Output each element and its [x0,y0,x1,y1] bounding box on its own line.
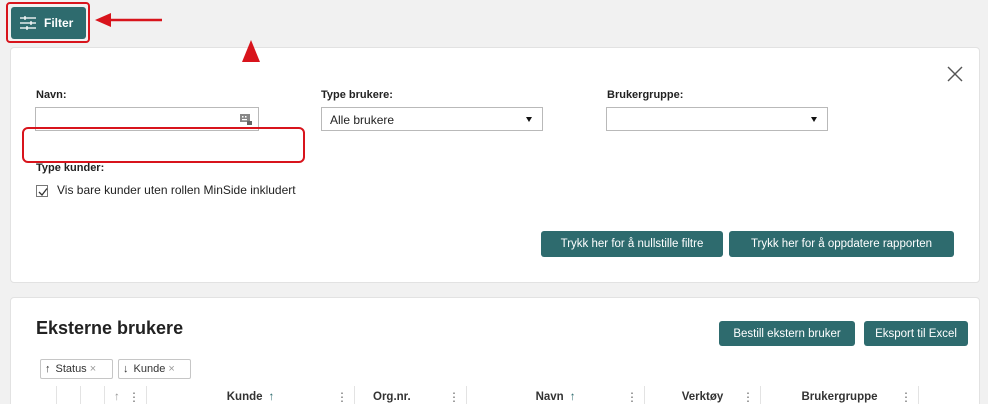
top-bar: Filter [0,0,988,46]
column-header-verktoy[interactable]: Verktøy ⋮ [644,386,760,404]
column-menu-icon[interactable]: ⋮ [448,390,460,404]
close-icon[interactable]: × [90,363,96,375]
arrow-up-icon: ↑ [114,391,120,403]
column-header-label: Org.nr. [373,391,411,403]
keyboard-icon[interactable] [240,114,252,125]
column-menu-icon[interactable]: ⋮ [128,390,140,404]
customer-type-label: Type kunder: [36,162,105,174]
table-title: Eksterne brukere [36,318,184,338]
column-header-label: Navn [535,391,564,403]
arrow-up-icon: ↑ [569,391,576,403]
arrow-down-icon: ↓ [123,363,129,375]
column-header-spacer [918,386,958,404]
chevron-down-icon [526,117,532,122]
minside-checkbox[interactable] [36,185,48,197]
user-group-select[interactable] [606,107,828,131]
sliders-icon [20,16,36,30]
update-report-button[interactable]: Trykk her for å oppdatere rapporten [729,231,954,257]
column-menu-icon[interactable]: ⋮ [626,390,638,404]
column-menu-icon[interactable]: ⋮ [900,390,912,404]
minside-checkbox-label: Vis bare kunder uten rollen MinSide inkl… [57,183,296,197]
column-header-label: Verktøy [681,391,724,403]
column-header-label: Kunde [226,391,263,403]
table-header-row: ↑ ⋮ Kunde ↑ ⋮ Org.nr. ⋮ Navn ↑ ⋮ Verktøy… [36,386,981,404]
sort-chip-kunde[interactable]: ↓ Kunde × [118,359,191,379]
column-header-label: Brukergruppe [801,391,878,403]
arrow-up-annotation-icon [242,40,260,62]
chevron-down-icon [811,117,817,122]
column-header-brukergruppe[interactable]: Brukergruppe ⋮ [760,386,918,404]
user-group-label: Brukergruppe: [607,89,684,101]
column-header-icon[interactable] [80,386,104,404]
checkmark-icon [38,188,48,196]
close-icon[interactable]: × [168,363,174,375]
arrow-up-icon: ↑ [268,391,275,403]
filter-button-label: Filter [44,16,74,30]
user-type-selected: Alle brukere [330,113,395,127]
arrow-up-icon: ↑ [45,363,51,375]
column-header-navn[interactable]: Navn ↑ ⋮ [466,386,644,404]
close-icon[interactable] [945,64,965,84]
external-users-card: Eksterne brukere Bestill ekstern bruker … [10,297,980,404]
export-excel-button[interactable]: Eksport til Excel [864,321,968,346]
checkbox-highlight-annotation [22,127,305,163]
column-header-kunde[interactable]: Kunde ↑ ⋮ [146,386,354,404]
order-external-user-button[interactable]: Bestill ekstern bruker [719,321,855,346]
column-header-status[interactable]: ↑ ⋮ [104,386,146,404]
sort-chip-label: Status [55,363,87,375]
sort-chip-label: Kunde [133,363,166,375]
user-type-label: Type brukere: [321,89,393,101]
column-menu-icon[interactable]: ⋮ [742,390,754,404]
reset-filters-button[interactable]: Trykk her for å nullstille filtre [541,231,723,257]
column-header-orgnr[interactable]: Org.nr. ⋮ [354,386,466,404]
column-menu-icon[interactable]: ⋮ [336,390,348,404]
arrow-left-annotation-icon [95,13,162,27]
name-label: Navn: [36,89,67,101]
user-type-select[interactable]: Alle brukere [321,107,543,131]
filter-button[interactable]: Filter [11,7,86,39]
column-header-select[interactable] [56,386,80,404]
sort-chip-status[interactable]: ↑ Status × [40,359,113,379]
